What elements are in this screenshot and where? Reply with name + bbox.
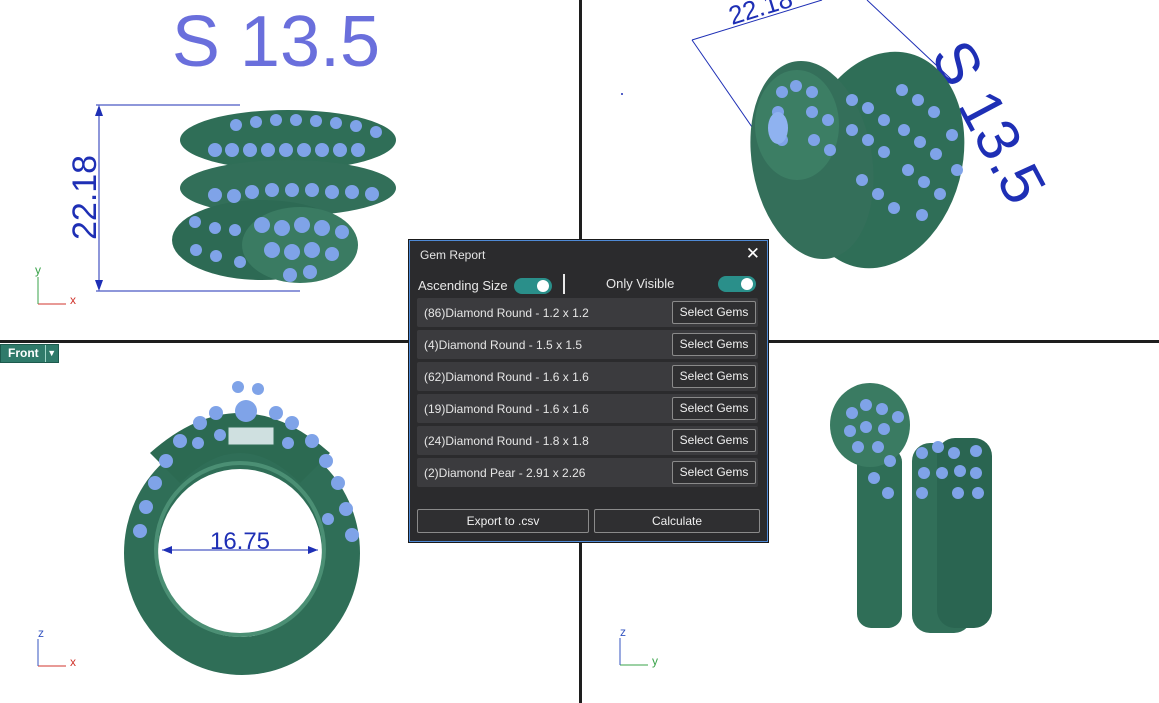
svg-text:y: y — [652, 654, 658, 668]
select-gems-button[interactable]: Select Gems — [672, 397, 756, 420]
only-visible-toggle[interactable] — [718, 276, 756, 292]
height-dimension: 22.18 — [66, 155, 104, 240]
ascending-size-label: Ascending Size — [418, 278, 508, 293]
axis-triad-front — [37, 639, 66, 667]
select-gems-button[interactable]: Select Gems — [672, 429, 756, 452]
ascending-size-toggle[interactable] — [514, 278, 552, 294]
list-item: (62)Diamond Round - 1.6 x 1.6 Select Gem… — [417, 362, 758, 391]
gem-label: (24)Diamond Round - 1.8 x 1.8 — [424, 434, 589, 448]
svg-text:z: z — [620, 625, 626, 639]
ring-side-view — [830, 383, 992, 633]
viewport-tab-front[interactable]: Front ▼ — [0, 344, 59, 363]
gem-label: (4)Diamond Round - 1.5 x 1.5 — [424, 338, 583, 352]
close-icon[interactable]: ✕ — [746, 244, 760, 264]
svg-text:z: z — [38, 626, 44, 640]
ring-top-view — [172, 110, 396, 283]
select-gems-button[interactable]: Select Gems — [672, 301, 756, 324]
gem-report-dialog: Gem Report ✕ Ascending Size Only Visible… — [409, 240, 768, 542]
perspective-dimension: 22.18 — [725, 0, 796, 31]
list-item: (2)Diamond Pear - 2.91 x 2.26 Select Gem… — [417, 458, 758, 487]
gem-label: (86)Diamond Round - 1.2 x 1.2 — [424, 306, 589, 320]
list-item: (24)Diamond Round - 1.8 x 1.8 Select Gem… — [417, 426, 758, 455]
viewport-tab-label[interactable]: Front — [1, 345, 45, 362]
dialog-title: Gem Report — [420, 248, 486, 262]
svg-text:x: x — [70, 293, 76, 307]
ring-size-label: S 13.5 — [172, 2, 380, 82]
options-row: Ascending Size Only Visible — [417, 274, 758, 296]
axis-triad-right — [619, 638, 648, 666]
inner-diameter-dimension: 16.75 — [210, 528, 270, 555]
calculate-button[interactable]: Calculate — [594, 509, 760, 533]
gem-label: (62)Diamond Round - 1.6 x 1.6 — [424, 370, 589, 384]
only-visible-label: Only Visible — [606, 276, 675, 291]
axis-triad — [37, 277, 66, 305]
options-separator — [563, 274, 565, 294]
gem-label: (2)Diamond Pear - 2.91 x 2.26 — [424, 466, 586, 480]
gem-list: (86)Diamond Round - 1.2 x 1.2 Select Gem… — [417, 298, 758, 490]
svg-text:y: y — [35, 263, 41, 277]
svg-text:x: x — [70, 655, 76, 669]
gem-label: (19)Diamond Round - 1.6 x 1.6 — [424, 402, 589, 416]
list-item: (86)Diamond Round - 1.2 x 1.2 Select Gem… — [417, 298, 758, 327]
select-gems-button[interactable]: Select Gems — [672, 461, 756, 484]
select-gems-button[interactable]: Select Gems — [672, 333, 756, 356]
export-csv-button[interactable]: Export to .csv — [417, 509, 589, 533]
select-gems-button[interactable]: Select Gems — [672, 365, 756, 388]
list-item: (19)Diamond Round - 1.6 x 1.6 Select Gem… — [417, 394, 758, 423]
list-item: (4)Diamond Round - 1.5 x 1.5 Select Gems — [417, 330, 758, 359]
chevron-down-icon[interactable]: ▼ — [44, 345, 58, 362]
